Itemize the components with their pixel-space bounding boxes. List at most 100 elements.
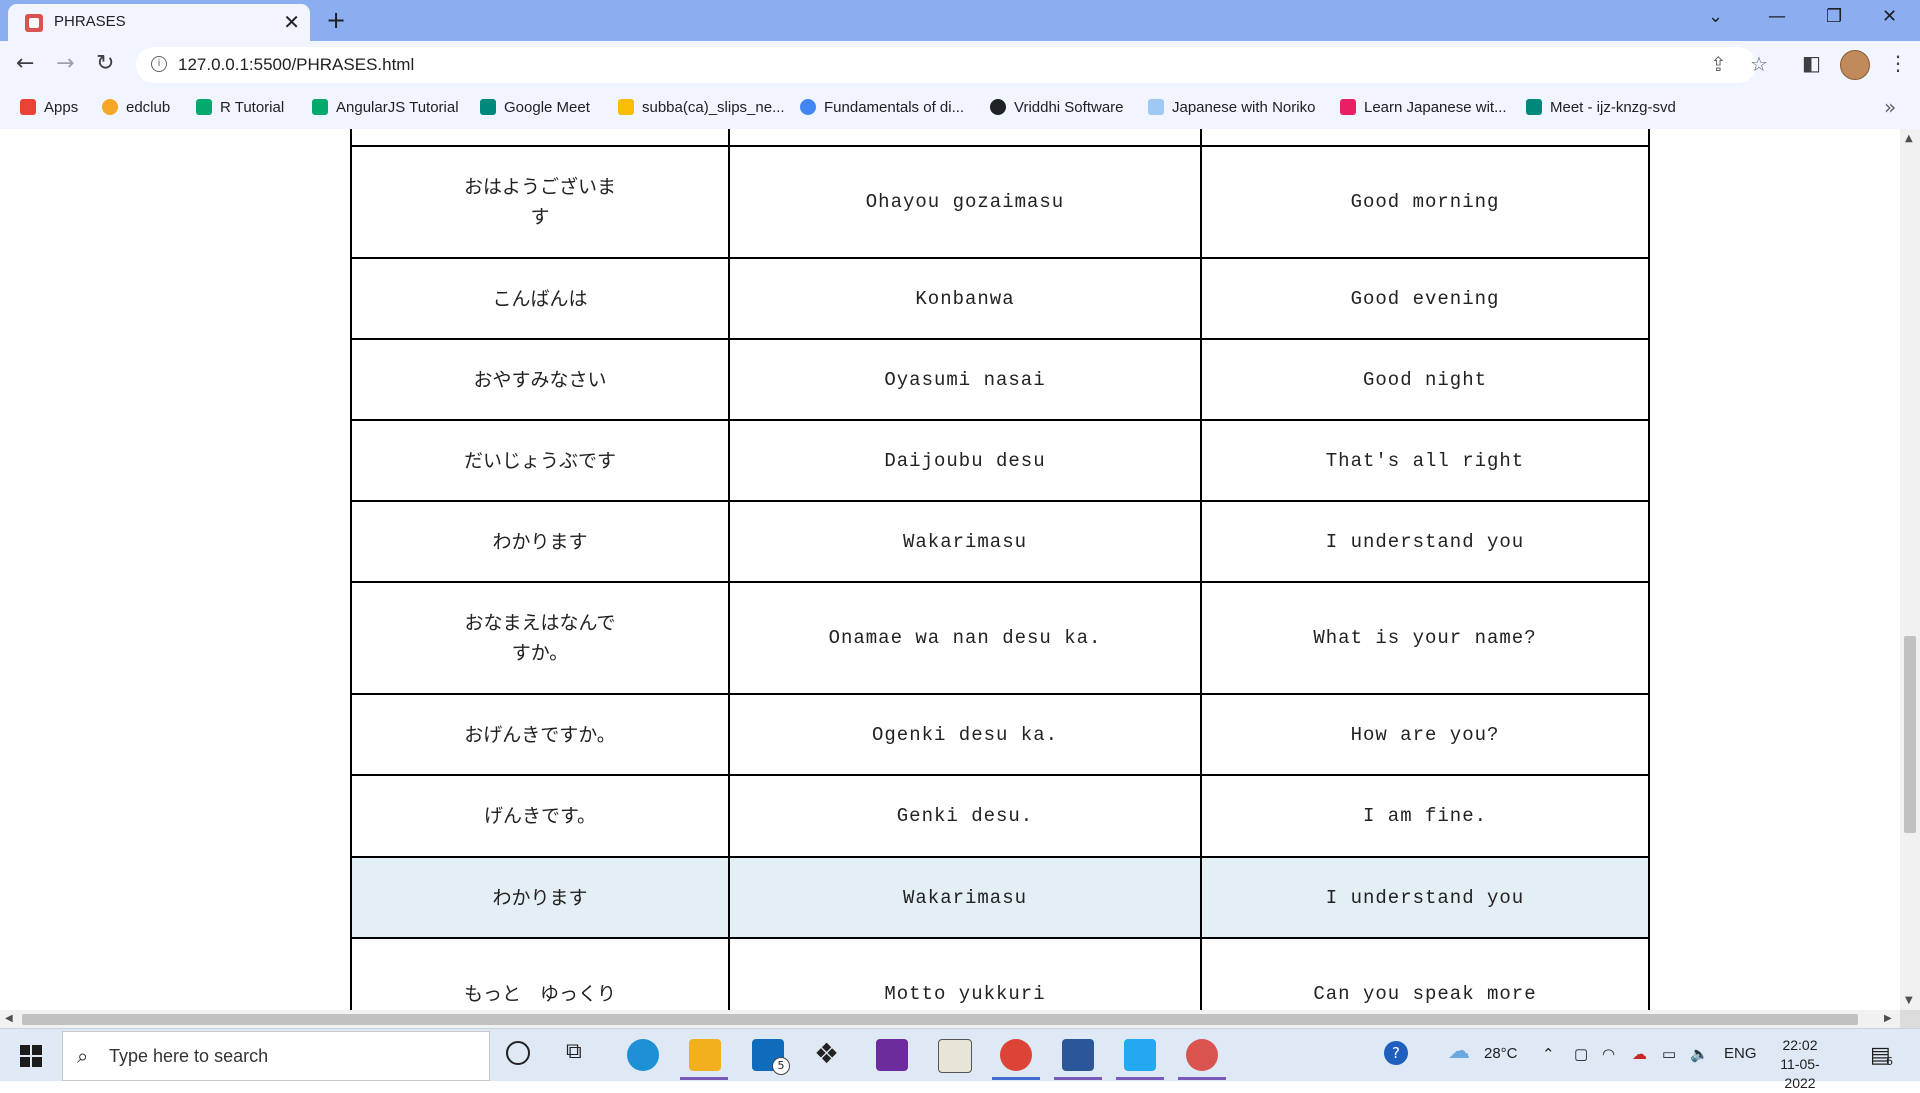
english-cell: Good morning [1200, 145, 1650, 259]
edge-browser-icon[interactable] [627, 1039, 659, 1071]
scroll-right-arrow-icon[interactable]: ▶ [1884, 1013, 1892, 1024]
menu-dots-icon[interactable]: ⋮ [1888, 51, 1908, 75]
share-icon[interactable]: ⇪ [1710, 52, 1727, 76]
table-row: おげんきですか。 Ogenki desu ka. How are you? [350, 693, 1650, 776]
horizontal-scroll-thumb[interactable] [22, 1014, 1858, 1025]
english-cell: That's all right [1200, 419, 1650, 502]
table-row-hovered: わかります Wakarimasu I understand you [350, 856, 1650, 939]
japanese-cell: だいじょうぶです [350, 419, 730, 502]
bookmark-page-icon [1148, 99, 1164, 115]
clock[interactable]: 22:02 11-05-2022 [1768, 1036, 1832, 1093]
meet-now-icon[interactable]: ▢ [1574, 1045, 1588, 1063]
bookmark-fundamentals[interactable]: Fundamentals of di... [800, 99, 964, 116]
task-view-icon[interactable]: ⧉ [566, 1039, 582, 1064]
tray-expand-icon[interactable]: ⌃ [1542, 1045, 1555, 1063]
bookmark-learn-japanese[interactable]: Learn Japanese wit... [1340, 99, 1507, 116]
wikipedia-icon[interactable] [938, 1039, 972, 1073]
bookmark-edclub[interactable]: edclub [102, 99, 170, 116]
browser-tab-phrases[interactable]: PHRASES ✕ [8, 4, 310, 41]
bookmark-vriddhi[interactable]: Vriddhi Software [990, 99, 1124, 116]
english-cell: I am fine. [1200, 774, 1650, 858]
bookmark-subba-slips[interactable]: subba(ca)_slips_ne... [618, 99, 785, 116]
language-indicator[interactable]: ENG [1724, 1045, 1757, 1062]
w3schools-icon [196, 99, 212, 115]
romaji-cell: Ohayou gozaimasu [728, 145, 1202, 259]
volume-icon[interactable]: 🔈 [1690, 1045, 1709, 1063]
table-row: げんきです。 Genki desu. I am fine. [350, 774, 1650, 858]
japanese-cell: わかります [350, 856, 730, 939]
bookmark-japanese-noriko[interactable]: Japanese with Noriko [1148, 99, 1315, 116]
google-icon [800, 99, 816, 115]
file-explorer-icon[interactable] [689, 1039, 721, 1071]
bookmark-apps[interactable]: Apps [20, 99, 78, 116]
dropbox-icon[interactable]: ❖ [814, 1037, 839, 1070]
reload-icon[interactable]: ↻ [96, 51, 114, 76]
romaji-cell: Oyasumi nasai [728, 338, 1202, 421]
english-cell: Good evening [1200, 257, 1650, 340]
table-row: おやすみなさい Oyasumi nasai Good night [350, 338, 1650, 421]
tab-search-chevron-icon[interactable]: ⌄ [1708, 6, 1723, 27]
english-cell: I understand you [1200, 856, 1650, 939]
new-tab-icon[interactable]: + [326, 6, 346, 34]
vertical-scroll-thumb[interactable] [1904, 636, 1916, 833]
table-row: もっと ゆっくり Motto yukkuri Can you speak mor… [350, 937, 1650, 1010]
windows-start-icon[interactable] [20, 1045, 42, 1067]
romaji-cell: Motto yukkuri [728, 937, 1202, 1010]
japanese-cell: おげんきですか。 [350, 693, 730, 776]
mail-badge: 5 [772, 1057, 790, 1075]
search-placeholder: Type here to search [109, 1046, 269, 1066]
page-viewport: おはようございま す Ohayou gozaimasu Good morning… [0, 129, 1900, 1010]
weather-cloud-icon[interactable]: ☁ [1448, 1039, 1470, 1064]
phrases-table: おはようございま す Ohayou gozaimasu Good morning… [350, 129, 1650, 1010]
romaji-cell: Wakarimasu [728, 856, 1202, 939]
mail-icon[interactable]: 5 [752, 1039, 790, 1075]
restore-icon[interactable]: ❐ [1826, 6, 1842, 27]
romaji-cell: Wakarimasu [728, 500, 1202, 583]
table-row: おはようございま す Ohayou gozaimasu Good morning [350, 145, 1650, 259]
help-icon[interactable]: ? [1384, 1041, 1408, 1065]
wifi-icon[interactable]: ◠ [1602, 1045, 1615, 1063]
table-row: こんばんは Konbanwa Good evening [350, 257, 1650, 340]
minimize-icon[interactable]: — [1768, 6, 1786, 27]
onedrive-icon[interactable]: ☁ [1632, 1045, 1647, 1063]
edclub-icon [102, 99, 118, 115]
back-icon[interactable]: ← [16, 51, 34, 76]
scroll-up-arrow-icon[interactable]: ▲ [1905, 133, 1913, 144]
bookmarks-bar: Apps edclub R Tutorial AngularJS Tutoria… [0, 89, 1920, 130]
address-bar[interactable]: i 127.0.0.1:5500/PHRASES.html ⇪ ☆ [136, 47, 1768, 83]
scrollbar-corner [1900, 1010, 1920, 1028]
slack-icon[interactable] [876, 1039, 908, 1071]
temperature-text[interactable]: 28°C [1484, 1045, 1518, 1062]
close-window-icon[interactable]: ✕ [1882, 6, 1897, 27]
bookmark-r-tutorial[interactable]: R Tutorial [196, 99, 284, 116]
side-panel-icon[interactable]: ◧ [1802, 51, 1821, 75]
horizontal-scrollbar[interactable]: ◀ ▶ [0, 1010, 1900, 1028]
bookmark-star-icon[interactable]: ☆ [1750, 52, 1768, 76]
podcast-icon [1340, 99, 1356, 115]
close-tab-icon[interactable]: ✕ [283, 10, 300, 34]
vscode-icon[interactable] [1124, 1039, 1156, 1071]
table-row: おなまえはなんで すか。 Onamae wa nan desu ka. What… [350, 581, 1650, 695]
tab-strip: PHRASES ✕ + ⌄ — ❐ ✕ [0, 0, 1920, 41]
romaji-cell: Onamae wa nan desu ka. [728, 581, 1202, 695]
forward-icon[interactable]: → [56, 51, 74, 76]
site-info-icon[interactable]: i [151, 56, 167, 72]
battery-icon[interactable]: ▭ [1662, 1045, 1676, 1063]
japanese-cell [350, 129, 730, 147]
chrome-icon[interactable] [1000, 1039, 1032, 1071]
scroll-left-arrow-icon[interactable]: ◀ [5, 1013, 13, 1024]
bookmark-google-meet[interactable]: Google Meet [480, 99, 590, 116]
word-icon[interactable] [1062, 1039, 1094, 1071]
more-bookmarks-icon[interactable]: » [1884, 95, 1896, 119]
taskbar-search-box[interactable]: ⌕ Type here to search [62, 1031, 490, 1081]
bookmark-meet-code[interactable]: Meet - ijz-knzg-svd [1526, 99, 1676, 116]
profile-avatar[interactable] [1840, 50, 1870, 80]
scroll-down-arrow-icon[interactable]: ▼ [1905, 995, 1913, 1006]
paint-app-icon[interactable] [1186, 1039, 1218, 1071]
japanese-cell: おやすみなさい [350, 338, 730, 421]
vertical-scrollbar[interactable]: ▲ ▼ [1900, 129, 1920, 1010]
cortana-icon[interactable] [506, 1041, 530, 1065]
romaji-cell: Ogenki desu ka. [728, 693, 1202, 776]
bookmark-angularjs-tutorial[interactable]: AngularJS Tutorial [312, 99, 459, 116]
url-text[interactable]: 127.0.0.1:5500/PHRASES.html [178, 55, 414, 75]
